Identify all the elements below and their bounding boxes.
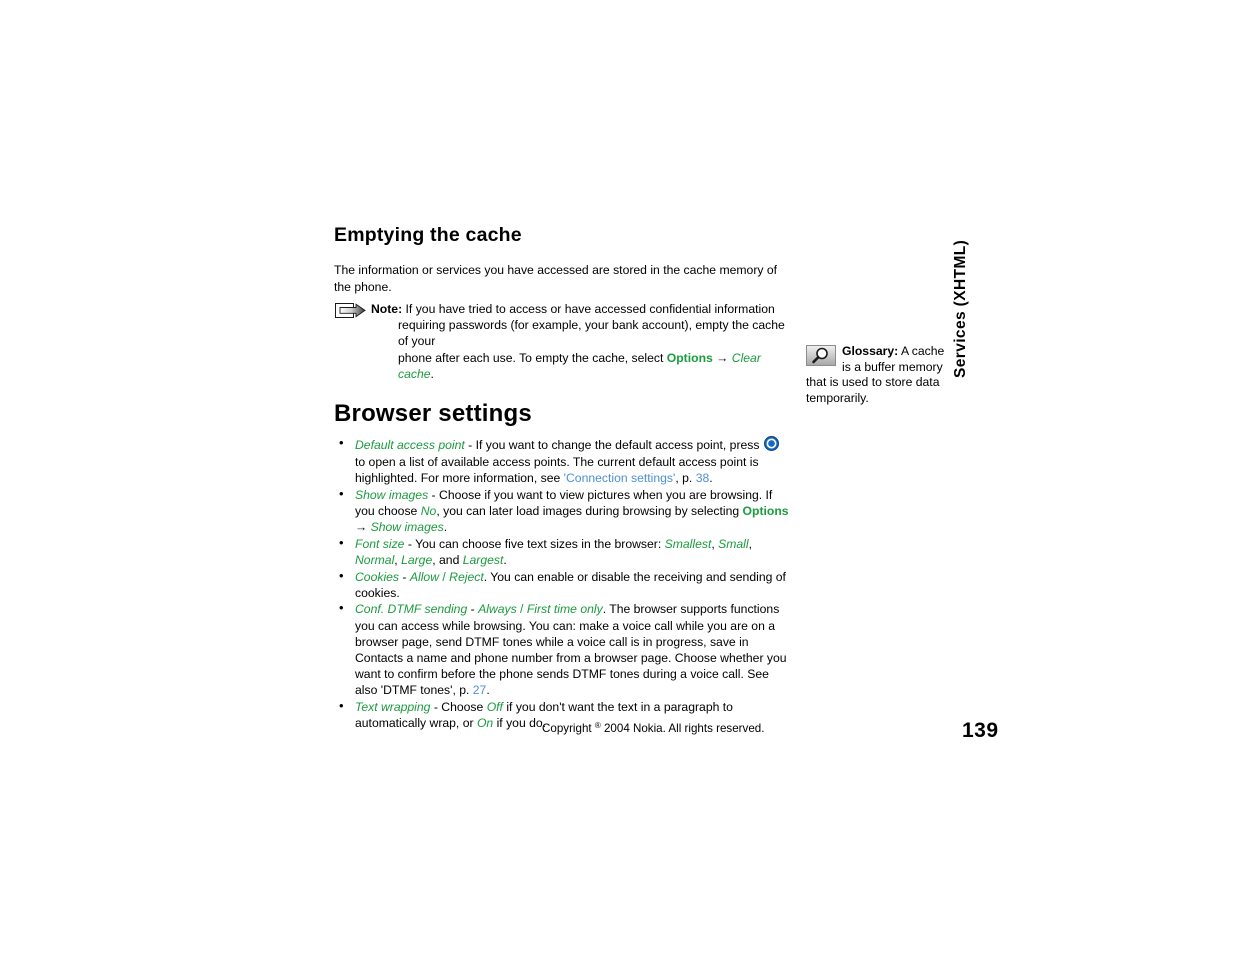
size-large: Large — [401, 552, 433, 567]
comma-2: , — [748, 536, 752, 551]
footer-copyright-suffix: 2004 Nokia. All rights reserved. — [600, 722, 765, 735]
note-line-2: requiring passwords (for example, your b… — [398, 318, 785, 349]
text-default-access-point-a: If you want to change the default access… — [475, 438, 763, 453]
heading-browser-settings: Browser settings — [334, 400, 532, 428]
options-label-show-images: Options — [742, 503, 789, 518]
note-arrow-icon — [335, 303, 366, 319]
document-page: Emptying the cache The information or se… — [0, 0, 1235, 954]
dash-5: - — [430, 700, 442, 715]
note-line-3: phone after each use. To empty the cache… — [371, 350, 792, 382]
note-line-3-end: . — [430, 366, 434, 381]
cache-intro-paragraph: The information or services you have acc… — [334, 263, 778, 294]
text-wrapping-c: if you do. — [493, 716, 547, 731]
list-item-conf-dtmf-sending: Conf. DTMF sending - Always / First time… — [334, 600, 792, 698]
glossary-callout: Glossary: A cache is a buffer memory tha… — [806, 344, 956, 406]
note-options-label: Options — [666, 350, 713, 365]
value-first-time-only: First time only — [526, 602, 603, 617]
list-item-cookies: Cookies - Allow / Reject. You can enable… — [334, 568, 792, 601]
value-reject: Reject — [449, 569, 484, 584]
value-no: No — [420, 503, 437, 518]
term-font-size: Font size — [355, 536, 405, 551]
dash-4: - — [467, 602, 479, 617]
note-line-1: If you have tried to access or have acce… — [405, 302, 775, 317]
text-font-size-a: You can choose five text sizes in the br… — [415, 536, 665, 551]
page-number: 139 — [962, 719, 999, 742]
value-off: Off — [486, 700, 503, 715]
value-allow: Allow — [409, 569, 439, 584]
main-content-column: Emptying the cache The information or se… — [334, 224, 792, 732]
separator-cookies: / — [439, 569, 450, 584]
value-show-images: Show images — [370, 519, 444, 534]
glossary-label: Glossary: — [842, 344, 899, 358]
term-cookies: Cookies — [355, 569, 400, 584]
term-conf-dtmf-sending: Conf. DTMF sending — [355, 602, 468, 617]
note-label: Note: — [371, 302, 403, 317]
text-dtmf-b: . — [486, 683, 490, 698]
note-line-3-text: phone after each use. To empty the cache… — [398, 350, 667, 365]
term-show-images: Show images — [355, 487, 429, 502]
size-smallest: Smallest — [664, 536, 712, 551]
list-item-default-access-point: Default access point - If you want to ch… — [334, 435, 792, 486]
separator-dtmf: / — [516, 602, 527, 617]
size-largest: Largest — [462, 552, 504, 567]
magnifier-icon — [806, 345, 836, 366]
dash-2: - — [404, 536, 416, 551]
list-item-font-size: Font size - You can choose five text siz… — [334, 535, 792, 568]
footer-copyright-prefix: Copyright — [542, 722, 595, 735]
text-show-images-b: , you can later load images during brows… — [436, 503, 743, 518]
note-arrow-separator: → — [712, 350, 732, 365]
text-default-access-point-c: , p. — [675, 470, 696, 485]
size-normal: Normal — [355, 552, 395, 567]
term-default-access-point: Default access point — [355, 438, 465, 453]
text-dtmf-a: . The browser supports functions you can… — [355, 602, 787, 698]
dash-3: - — [399, 569, 410, 584]
text-show-images-c: . — [443, 519, 448, 534]
size-small: Small — [718, 536, 749, 551]
note-first-line: Note: If you have tried to access or hav… — [371, 301, 792, 317]
term-text-wrapping: Text wrapping — [355, 700, 431, 715]
value-on: On — [476, 716, 494, 731]
chapter-side-tab: Services (XHTML) — [952, 239, 969, 378]
text-wrapping-a: Choose — [441, 700, 487, 715]
arrow-separator-show-images: → — [355, 519, 371, 534]
text-default-access-point-d: . — [709, 470, 713, 485]
navi-key-icon — [763, 436, 779, 452]
value-always: Always — [478, 602, 517, 617]
text-font-size-b: , and — [432, 552, 463, 567]
note-block: Note: If you have tried to access or hav… — [334, 301, 792, 382]
link-connection-settings[interactable]: 'Connection settings' — [564, 471, 676, 485]
page-ref-27[interactable]: 27 — [473, 683, 487, 697]
text-font-size-c: . — [503, 552, 507, 567]
browser-settings-list: Default access point - If you want to ch… — [334, 435, 792, 731]
list-item-show-images: Show images - Choose if you want to view… — [334, 486, 792, 536]
page-ref-38[interactable]: 38 — [696, 471, 710, 485]
dash-1: - — [428, 487, 440, 502]
footer-copyright: Copyright ® 2004 Nokia. All rights reser… — [542, 721, 764, 735]
dash-0: - — [464, 438, 476, 453]
heading-emptying-the-cache: Emptying the cache — [334, 224, 522, 246]
